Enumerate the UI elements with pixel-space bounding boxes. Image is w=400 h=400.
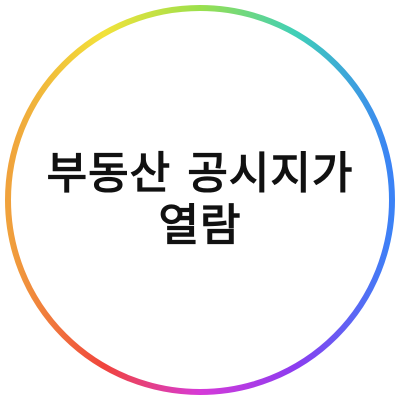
thumbnail-title: 부동산 공시지가 열람 — [0, 148, 400, 252]
title-line-1: 부동산 공시지가 — [46, 148, 354, 199]
title-line-2: 열람 — [158, 200, 242, 251]
thumbnail-canvas: 부동산 공시지가 열람 — [0, 0, 400, 400]
